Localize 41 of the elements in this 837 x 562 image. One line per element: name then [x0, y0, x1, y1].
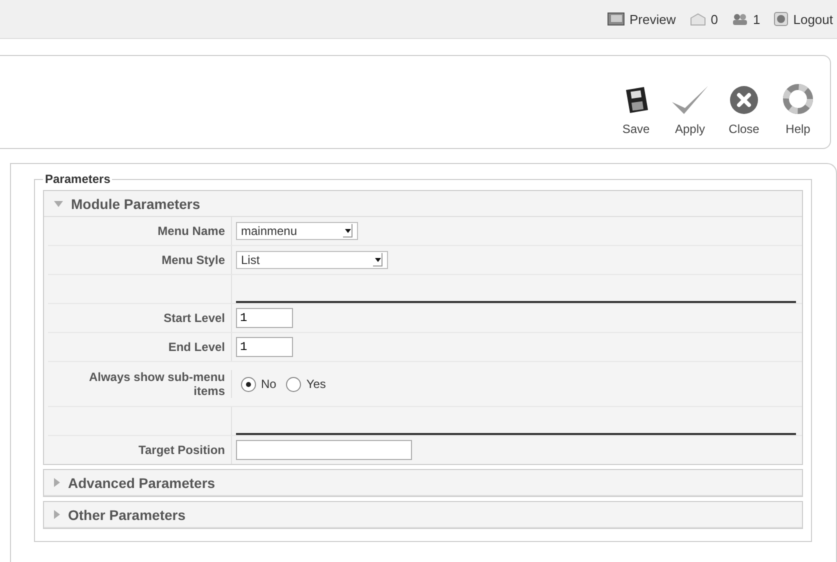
- panel-header[interactable]: Advanced Parameters: [44, 470, 802, 496]
- radio-option[interactable]: Yes: [286, 376, 326, 392]
- toolbar-button[interactable]: Close: [722, 84, 766, 136]
- toolbar-button[interactable]: Save: [614, 84, 658, 136]
- logout-icon: [774, 12, 788, 26]
- text-field[interactable]: [236, 440, 412, 460]
- text-field[interactable]: 1: [236, 308, 293, 328]
- header-link[interactable]: 0: [690, 12, 718, 26]
- param-label: Always show sub-menu items: [88, 370, 225, 398]
- panel-header[interactable]: Module Parameters: [44, 191, 802, 217]
- header-link[interactable]: Logout: [774, 12, 833, 26]
- panel-header[interactable]: Other Parameters: [44, 502, 802, 528]
- close-icon: [728, 84, 760, 116]
- header-link[interactable]: Preview: [606, 12, 676, 26]
- select-field[interactable]: mainmenu: [236, 222, 358, 240]
- radio-button[interactable]: [286, 376, 302, 392]
- triangle-right-icon: [54, 478, 60, 487]
- monitor-icon: [606, 12, 625, 26]
- panel-title: Module Parameters: [71, 196, 200, 212]
- param-label: End Level: [168, 340, 225, 354]
- triangle-right-icon: [54, 510, 60, 519]
- param-label: Menu Name: [158, 224, 225, 238]
- toolbar-button[interactable]: Help: [776, 82, 820, 136]
- panel-title: Other Parameters: [68, 506, 186, 522]
- checkmark-icon: [670, 84, 710, 116]
- radio-option[interactable]: No: [241, 376, 276, 392]
- triangle-down-icon: [54, 200, 63, 206]
- dropdown-arrow-icon: [373, 253, 383, 267]
- param-label: Target Position: [138, 443, 225, 457]
- text-field[interactable]: 1: [236, 337, 293, 357]
- header-link[interactable]: 1: [732, 12, 760, 26]
- param-label: Menu Style: [162, 253, 225, 267]
- lifebuoy-icon: [782, 82, 814, 116]
- select-field[interactable]: List: [236, 251, 388, 269]
- radio-button[interactable]: [241, 376, 256, 392]
- param-label: Start Level: [164, 311, 225, 325]
- toolbar-button[interactable]: Apply: [668, 84, 712, 136]
- users-icon: [732, 12, 748, 26]
- panel-title: Advanced Parameters: [68, 474, 216, 490]
- fieldset-legend: Parameters: [43, 172, 112, 186]
- dropdown-arrow-icon: [343, 224, 353, 238]
